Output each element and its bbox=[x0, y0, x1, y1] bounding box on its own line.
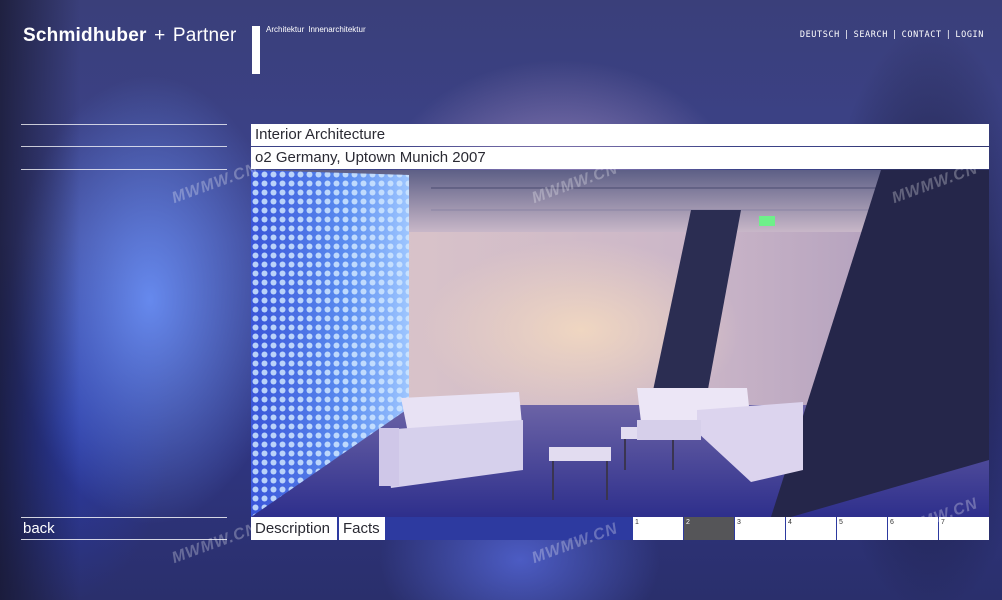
page-number: 5 bbox=[839, 519, 843, 526]
logo-bar bbox=[252, 26, 260, 74]
page-number: 6 bbox=[890, 519, 894, 526]
project-photo bbox=[251, 170, 989, 517]
brand-name-light: Partner bbox=[172, 25, 237, 46]
nav-deutsch[interactable]: DEUTSCH bbox=[800, 30, 840, 40]
nav-separator: | bbox=[945, 30, 952, 40]
tagline-architektur: Architektur bbox=[266, 25, 305, 34]
brand-name-bold: Schmidhuber bbox=[23, 25, 147, 46]
back-link[interactable]: back bbox=[21, 517, 227, 540]
page-number: 3 bbox=[737, 519, 741, 526]
nav-separator: | bbox=[843, 30, 850, 40]
page-number: 7 bbox=[941, 519, 945, 526]
tab-description[interactable]: Description bbox=[251, 517, 337, 540]
page-button[interactable]: 5 bbox=[837, 517, 887, 540]
tab-facts[interactable]: Facts bbox=[339, 517, 385, 540]
nav-separator: | bbox=[891, 30, 898, 40]
nav-login[interactable]: LOGIN bbox=[955, 30, 984, 40]
nav-contact[interactable]: CONTACT bbox=[902, 30, 942, 40]
brand-plus: + bbox=[154, 25, 166, 46]
brand-logo[interactable]: Schmidhuber + Partner bbox=[23, 25, 237, 47]
page-button[interactable]: 1 bbox=[633, 517, 683, 540]
page-button[interactable]: 3 bbox=[735, 517, 785, 540]
sidebar-divider bbox=[21, 146, 227, 147]
project-category: Interior Architecture bbox=[251, 124, 989, 146]
page-number: 4 bbox=[788, 519, 792, 526]
page-button-active[interactable]: 2 bbox=[684, 517, 734, 540]
page-number: 1 bbox=[635, 519, 639, 526]
project-photo-illustration bbox=[251, 170, 989, 517]
page-button[interactable]: 4 bbox=[786, 517, 836, 540]
page-number: 2 bbox=[686, 519, 690, 526]
project-title: o2 Germany, Uptown Munich 2007 bbox=[251, 147, 989, 169]
sidebar-divider bbox=[21, 124, 227, 125]
page-button[interactable]: 7 bbox=[939, 517, 989, 540]
project-toolbar: Description Facts 1 2 3 4 5 6 7 bbox=[251, 517, 989, 540]
tagline-innenarchitektur: Innenarchitektur bbox=[308, 25, 366, 34]
top-navigation: DEUTSCH | SEARCH | CONTACT | LOGIN bbox=[800, 30, 984, 40]
nav-search[interactable]: SEARCH bbox=[854, 30, 888, 40]
background-shade bbox=[0, 0, 80, 600]
sidebar-divider bbox=[21, 169, 227, 170]
brand-tagline: Architektur Innenarchitektur bbox=[266, 25, 370, 34]
page-button[interactable]: 6 bbox=[888, 517, 938, 540]
